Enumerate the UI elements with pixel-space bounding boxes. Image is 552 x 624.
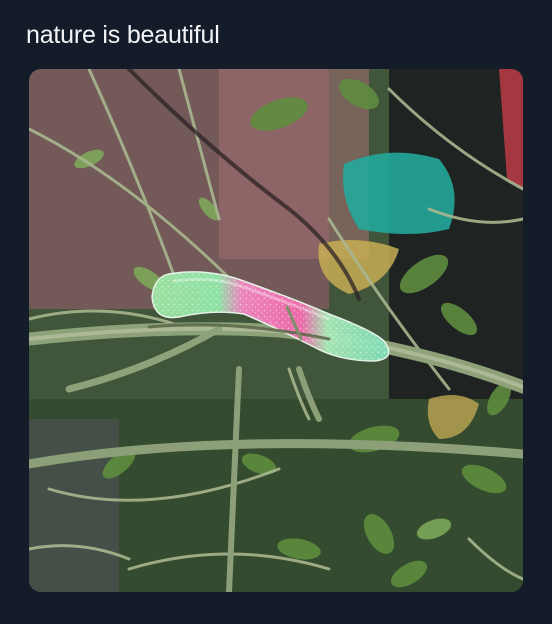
post-photo[interactable] [29, 69, 523, 592]
post-caption: nature is beautiful [26, 21, 220, 49]
meme-post: nature is beautiful [0, 0, 552, 624]
gummy-worm-on-branch-icon [29, 69, 523, 592]
